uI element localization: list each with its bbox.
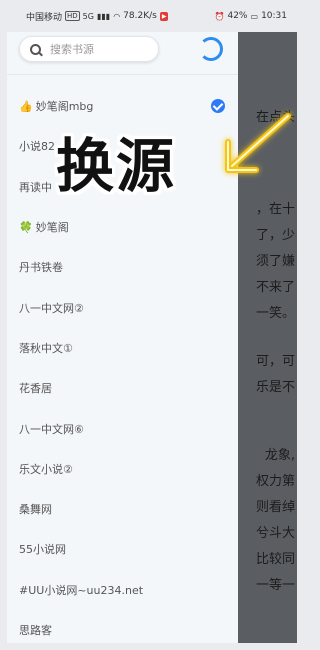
overlay-caption: 换源 — [56, 132, 177, 200]
reader-text-line: 比较同 — [255, 552, 295, 567]
source-item[interactable]: 桑舞网 — [7, 489, 238, 529]
hd-badge: HD — [65, 11, 80, 21]
reader-text-line: 权力第 — [255, 474, 295, 489]
source-item-label: 妙笔阁 — [35, 221, 69, 235]
source-item[interactable]: 乐文小说② — [7, 449, 238, 489]
signal-icon: ▮▮▮ — [96, 11, 111, 21]
source-item[interactable]: 八一中文网② — [7, 287, 238, 327]
source-item[interactable]: 🍀 妙笔阁 — [7, 207, 238, 247]
source-item[interactable]: 八一中文网⑥ — [7, 408, 238, 448]
reader-text-line: 须了嫌 — [255, 254, 295, 269]
source-drawer: 👍妙笔阁mbg 小说82 再读中 🍀妙笔阁丹书铁卷八一中文网② 落秋中文① 花香居八一中文… — [7, 32, 238, 643]
source-item-label: 妙笔阁mbg — [35, 100, 94, 114]
reader-text-line: 龙象, — [264, 448, 295, 463]
network-speed: 78.2K/s — [123, 11, 157, 21]
alarm-icon: ⏰ — [214, 11, 225, 21]
reader-text-line: ，在十 — [255, 202, 295, 217]
search-icon — [30, 43, 41, 55]
source-item-label: 落秋中文① — [19, 341, 73, 355]
search-box[interactable] — [19, 36, 159, 62]
reader-text-line: 乐是不 — [255, 380, 295, 395]
source-item-label: 八一中文网② — [19, 301, 84, 315]
source-item-label: 思路客 — [19, 624, 52, 637]
source-item-label: 55小说网 — [19, 543, 66, 557]
battery-percent: 42% — [227, 11, 248, 21]
reader-text-line: 可，可 — [255, 354, 295, 369]
source-item[interactable]: 丹书铁卷 — [7, 247, 238, 287]
reader-text-line: 一等一 — [255, 578, 295, 593]
status-bar: 中国移动 HD 5G ▮▮▮ ◠ 78.2K/s ▶ ⏰ 42% ▭ 10:31 — [0, 0, 297, 32]
clover-icon: 🍀 — [19, 220, 33, 234]
search-row — [19, 36, 231, 68]
carrier-name: 中国移动 — [26, 12, 63, 23]
battery-icon: ▭ — [250, 11, 259, 21]
status-bar-left: 中国移动 HD 5G ▮▮▮ ◠ 78.2K/s ▶ — [26, 10, 169, 23]
reader-text-line: 则看绰 — [255, 500, 295, 515]
source-item[interactable]: 👍 妙笔阁mbg — [7, 86, 238, 126]
wifi-icon: ◠ — [113, 11, 121, 21]
source-item[interactable]: 落秋中文① — [7, 328, 238, 368]
source-item-label: 八一中文网⑥ — [19, 422, 84, 436]
app-notification-icon: ▶ — [159, 11, 169, 21]
source-item-label: #UU小说网~uu234.net — [19, 583, 144, 597]
clock: 10:31 — [261, 11, 287, 21]
reader-text-line: 一笑。 — [255, 306, 295, 321]
source-item[interactable]: #UU小说网~uu234.net — [7, 570, 238, 610]
source-item[interactable]: 55小说网 — [7, 529, 238, 569]
reader-text-line: 了，少 — [255, 228, 295, 243]
source-item[interactable]: 思路客 — [7, 610, 238, 650]
source-item-label: 丹书铁卷 — [19, 261, 63, 275]
refresh-spinner-icon[interactable] — [199, 37, 223, 61]
source-item-label: 小说82 — [19, 140, 55, 154]
reader-text-line: 兮斗大 — [255, 526, 295, 541]
reader-text-line: 不来了 — [255, 280, 295, 295]
thumbs-up-icon: 👍 — [19, 99, 33, 113]
source-item-label: 再读中 — [19, 180, 52, 194]
source-item-label: 花香居 — [19, 382, 52, 396]
status-bar-right: ⏰ 42% ▭ 10:31 — [215, 11, 287, 21]
source-item-label: 乐文小说② — [19, 462, 73, 476]
network-type: 5G — [82, 11, 94, 21]
search-input[interactable] — [50, 42, 150, 56]
arrow-icon — [225, 113, 291, 173]
source-item[interactable]: 花香居 — [7, 368, 238, 408]
source-item-label: 桑舞网 — [19, 503, 52, 517]
divider — [7, 74, 238, 75]
